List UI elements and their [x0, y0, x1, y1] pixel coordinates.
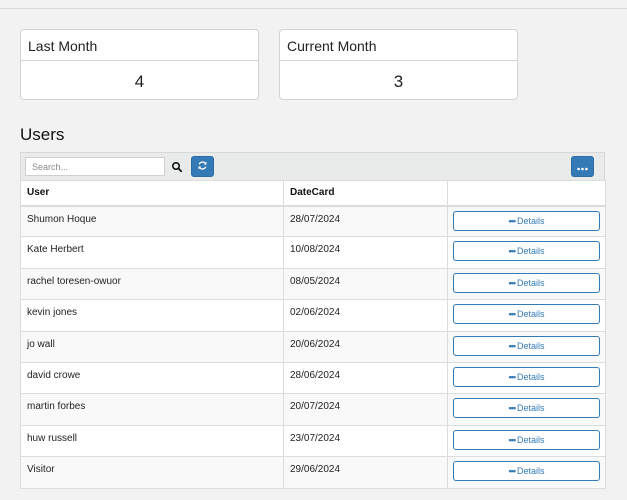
user-cell: kevin jones	[20, 299, 284, 332]
actions-cell: ••• Details	[447, 236, 606, 269]
date-cell: 23/07/2024	[283, 424, 448, 458]
ellipsis-icon: •••	[508, 434, 517, 445]
date-cell: 08/05/2024	[283, 267, 448, 301]
details-button[interactable]: ••• Details	[453, 398, 600, 419]
card-title: Current Month	[280, 30, 517, 61]
card-value: 4	[134, 72, 145, 91]
section-title: Users	[20, 125, 65, 144]
last-month-card: Last Month 4	[20, 29, 259, 100]
date-cell: 28/06/2024	[283, 361, 448, 395]
details-button[interactable]: ••• Details	[453, 304, 600, 325]
actions-cell: ••• Details	[447, 267, 606, 301]
ellipsis-icon	[577, 158, 588, 176]
actions-cell: ••• Details	[447, 456, 606, 489]
details-button[interactable]: ••• Details	[453, 210, 600, 231]
date-cell: 20/07/2024	[283, 393, 448, 426]
table-row: jo wall 20/06/2024 ••• Details	[20, 330, 606, 363]
table-toolbar	[20, 152, 605, 180]
table-row: Shumon Hoque 28/07/2024 ••• Details	[20, 204, 606, 238]
ellipsis-icon: •••	[508, 246, 517, 257]
ellipsis-icon: •••	[508, 371, 517, 382]
details-button[interactable]: ••• Details	[453, 241, 600, 262]
details-label: Details	[516, 340, 545, 351]
details-label: Details	[516, 215, 545, 226]
users-table: User DateCard Shumon Hoque 28/07/2024 ••• D…	[20, 180, 606, 489]
actions-cell: ••• Details	[447, 424, 606, 458]
date-cell: 28/07/2024	[283, 204, 448, 238]
card-title: Last Month	[21, 30, 258, 61]
user-cell: martin forbes	[20, 393, 284, 426]
search-icon[interactable]	[171, 160, 183, 173]
details-button[interactable]: ••• Details	[453, 461, 600, 482]
details-button[interactable]: ••• Details	[453, 335, 600, 356]
ellipsis-icon: •••	[508, 466, 517, 477]
user-cell: Shumon Hoque	[20, 204, 284, 238]
ellipsis-icon: •••	[508, 309, 517, 320]
details-label: Details	[516, 466, 545, 477]
ellipsis-icon: •••	[508, 277, 517, 288]
search-input[interactable]	[25, 157, 165, 176]
more-options-button[interactable]	[571, 156, 594, 177]
actions-cell: ••• Details	[447, 299, 606, 332]
user-cell: Kate Herbert	[20, 236, 284, 269]
date-cell: 02/06/2024	[283, 299, 448, 332]
details-label: Details	[516, 277, 545, 288]
column-header-datecard[interactable]: DateCard	[283, 180, 448, 207]
details-label: Details	[516, 246, 545, 257]
details-button[interactable]: ••• Details	[453, 272, 600, 293]
table-row: Kate Herbert 10/08/2024 ••• Details	[20, 236, 606, 269]
details-button[interactable]: ••• Details	[453, 366, 600, 387]
table-header-row: User DateCard	[20, 180, 606, 207]
table-row: huw russell 23/07/2024 ••• Details	[20, 424, 606, 458]
table-row: martin forbes 20/07/2024 ••• Details	[20, 393, 606, 426]
user-cell: rachel toresen-owuor	[20, 267, 284, 301]
ellipsis-icon: •••	[508, 340, 517, 351]
ellipsis-icon: •••	[508, 403, 517, 414]
details-button[interactable]: ••• Details	[453, 429, 600, 450]
top-bar	[0, 0, 627, 9]
details-label: Details	[516, 403, 545, 414]
refresh-icon	[197, 158, 208, 176]
card-value: 3	[393, 72, 404, 91]
date-cell: 29/06/2024	[283, 456, 448, 489]
user-cell: david crowe	[20, 361, 284, 395]
table-row: Visitor 29/06/2024 ••• Details	[20, 456, 606, 489]
actions-cell: ••• Details	[447, 204, 606, 238]
table-row: david crowe 28/06/2024 ••• Details	[20, 361, 606, 395]
actions-cell: ••• Details	[447, 330, 606, 363]
user-cell: huw russell	[20, 424, 284, 458]
refresh-button[interactable]	[191, 156, 214, 177]
details-label: Details	[516, 434, 545, 445]
column-header-actions	[447, 180, 606, 207]
table-row: rachel toresen-owuor 08/05/2024 ••• Details	[20, 267, 606, 301]
ellipsis-icon: •••	[508, 215, 517, 226]
details-label: Details	[516, 309, 545, 320]
user-cell: jo wall	[20, 330, 284, 363]
actions-cell: ••• Details	[447, 361, 606, 395]
date-cell: 10/08/2024	[283, 236, 448, 269]
column-header-user[interactable]: User	[20, 180, 284, 207]
table-body: Shumon Hoque 28/07/2024 ••• Details Kate Her…	[20, 204, 606, 489]
user-cell: Visitor	[20, 456, 284, 489]
current-month-card: Current Month 3	[279, 29, 518, 100]
actions-cell: ••• Details	[447, 393, 606, 426]
date-cell: 20/06/2024	[283, 330, 448, 363]
table-row: kevin jones 02/06/2024 ••• Details	[20, 299, 606, 332]
details-label: Details	[516, 371, 545, 382]
